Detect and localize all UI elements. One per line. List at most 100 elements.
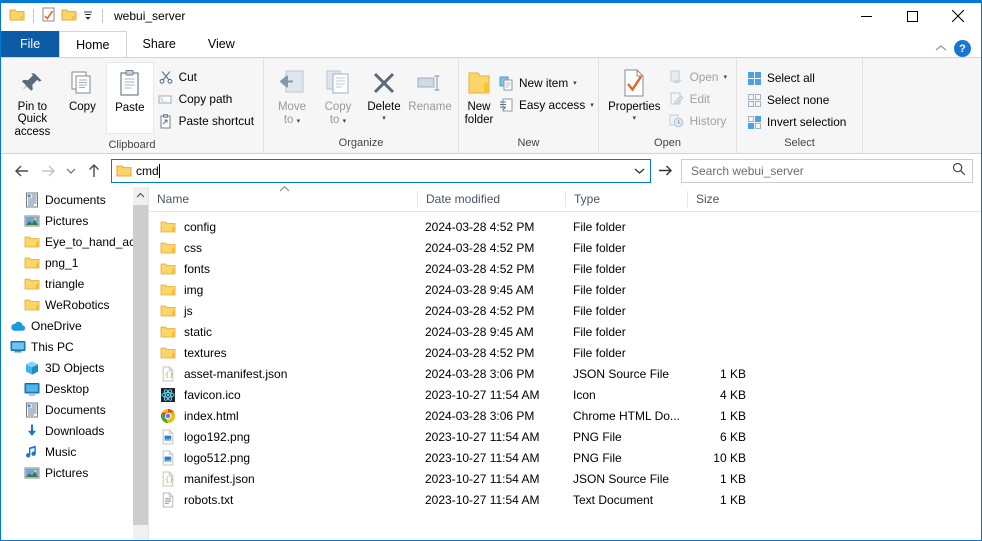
recent-locations-button[interactable] (61, 159, 81, 183)
folder-icon (23, 234, 40, 250)
table-row[interactable]: js 2024-03-28 4:52 PM File folder (149, 300, 981, 321)
copy-icon (68, 66, 96, 100)
rename-button[interactable]: Rename (407, 62, 453, 113)
path-right-controls (628, 160, 650, 182)
table-row[interactable]: static 2024-03-28 9:45 AM File folder (149, 321, 981, 342)
table-row[interactable]: textures 2024-03-28 4:52 PM File folder (149, 342, 981, 363)
sidebar-item-png-1[interactable]: png_1 (1, 252, 148, 273)
sidebar-item-werobotics[interactable]: WeRobotics (1, 294, 148, 315)
tab-strip-right-controls: ? (935, 40, 981, 57)
sidebar-item-desktop[interactable]: Desktop (1, 378, 148, 399)
maximize-button[interactable] (889, 1, 935, 31)
delete-button[interactable]: Delete ▾ (361, 62, 407, 125)
new-item-button[interactable]: New item ▾ (494, 73, 598, 93)
sidebar-item-this-pc[interactable]: This PC (1, 336, 148, 357)
search-input[interactable]: Search webui_server (681, 158, 973, 183)
column-header-size[interactable]: Size (687, 191, 762, 207)
properties-dropdown-icon[interactable]: ▾ (633, 113, 637, 125)
table-row[interactable]: img 2024-03-28 9:45 AM File folder (149, 279, 981, 300)
search-icon[interactable] (952, 162, 966, 179)
navigation-pane[interactable]: Documents Pictures Eye_to_hand_acc png_1 tri… (1, 187, 148, 540)
sidebar-item-label: Eye_to_hand_acc (45, 234, 142, 249)
scroll-up-arrow-icon[interactable] (136, 187, 145, 203)
delete-dropdown-icon[interactable]: ▾ (382, 113, 386, 125)
chevron-down-icon[interactable]: ▾ (573, 79, 577, 87)
sidebar-item-downloads[interactable]: Downloads (1, 420, 148, 441)
tab-home[interactable]: Home (59, 31, 127, 57)
table-row[interactable]: {} asset-manifest.json 2024-03-28 3:06 PM J… (149, 363, 981, 384)
forward-button[interactable] (35, 159, 61, 183)
cut-button[interactable]: Cut (154, 67, 258, 87)
file-type-cell: File folder (573, 324, 626, 339)
qat-new-folder-icon[interactable] (61, 8, 77, 25)
move-to-button[interactable]: Move to ▾ (269, 62, 315, 128)
file-type-cell: JSON Source File (573, 366, 670, 381)
sidebar-item-documents[interactable]: Documents (1, 399, 148, 420)
file-type-cell: File folder (573, 240, 626, 255)
sidebar-item-pictures[interactable]: Pictures (1, 462, 148, 483)
sidebar-item-3d-objects[interactable]: 3D Objects (1, 357, 148, 378)
file-name-cell: textures (149, 345, 417, 361)
history-button[interactable]: History (665, 111, 731, 131)
table-row[interactable]: robots.txt 2023-10-27 11:54 AM Text Docume… (149, 489, 981, 510)
sidebar-item-onedrive[interactable]: OneDrive (1, 315, 148, 336)
copy-path-button[interactable]: \\... Copy path (154, 89, 258, 109)
file-explorer-window: webui_server File Home Share View ? Pin … (0, 0, 982, 541)
properties-button[interactable]: Properties ▾ (604, 62, 665, 125)
file-size-cell: 4 KB (719, 387, 746, 402)
table-row[interactable]: favicon.ico 2023-10-27 11:54 AM Icon 4 KB (149, 384, 981, 405)
navigation-scrollbar[interactable] (133, 187, 148, 540)
tab-view[interactable]: View (191, 31, 251, 57)
column-header-type[interactable]: Type (565, 191, 687, 207)
copy-button[interactable]: Copy (59, 62, 106, 113)
paste-button[interactable]: Paste (106, 62, 154, 134)
back-button[interactable] (9, 159, 35, 183)
pin-to-quick-access-button[interactable]: Pin to Quick access (6, 62, 59, 138)
table-row[interactable]: css 2024-03-28 4:52 PM File folder (149, 237, 981, 258)
new-folder-button[interactable]: New folder (464, 62, 494, 126)
help-icon[interactable]: ? (954, 40, 971, 57)
qat-folder-icon[interactable] (9, 8, 25, 25)
table-row[interactable]: index.html 2024-03-28 3:06 PM Chrome HTML … (149, 405, 981, 426)
minimize-button[interactable] (843, 1, 889, 31)
table-row[interactable]: fonts 2024-03-28 4:52 PM File folder (149, 258, 981, 279)
easy-access-button[interactable]: Easy access ▾ (494, 95, 598, 115)
chevron-down-icon[interactable]: ▾ (590, 101, 594, 109)
chevron-down-icon: ▾ (296, 118, 301, 125)
edit-button[interactable]: Edit (665, 89, 731, 109)
sidebar-item-eye-to-hand-acc[interactable]: Eye_to_hand_acc (1, 231, 148, 252)
go-button[interactable] (653, 159, 677, 183)
table-row[interactable]: {} manifest.json 2023-10-27 11:54 AM JSON S… (149, 468, 981, 489)
copy-to-button[interactable]: Copy to ▾ (315, 62, 361, 128)
chevron-down-icon[interactable]: ▾ (723, 73, 727, 81)
file-name-cell: favicon.ico (149, 387, 417, 403)
select-none-button[interactable]: Select none (742, 90, 850, 110)
tab-file[interactable]: File (1, 31, 60, 57)
new-item-icon (498, 75, 514, 91)
sidebar-item-triangle[interactable]: triangle (1, 273, 148, 294)
close-button[interactable] (935, 1, 981, 31)
paste-shortcut-button[interactable]: Paste shortcut (154, 111, 258, 131)
up-button[interactable] (81, 159, 107, 183)
select-all-button[interactable]: Select all (742, 68, 850, 88)
invert-selection-button[interactable]: Invert selection (742, 112, 850, 132)
address-dropdown-icon[interactable] (628, 167, 650, 175)
file-name-cell: config (149, 219, 417, 235)
qat-customize-icon[interactable] (82, 9, 94, 24)
tab-share[interactable]: Share (126, 31, 192, 57)
json-file-icon: {} (160, 366, 176, 382)
file-type-cell: PNG File (573, 450, 622, 465)
sidebar-item-music[interactable]: Music (1, 441, 148, 462)
qat-properties-icon[interactable] (42, 7, 56, 26)
address-path-input[interactable]: cmd (111, 158, 651, 183)
column-header-date-modified[interactable]: Date modified (417, 191, 565, 207)
table-row[interactable]: logo192.png 2023-10-27 11:54 AM PNG File 6 … (149, 426, 981, 447)
column-header-name[interactable]: Name (149, 186, 417, 207)
collapse-ribbon-icon[interactable] (935, 42, 947, 56)
table-row[interactable]: logo512.png 2023-10-27 11:54 AM PNG File 10… (149, 447, 981, 468)
navigation-scroll-thumb[interactable] (133, 205, 148, 525)
sidebar-item-pictures[interactable]: Pictures (1, 210, 148, 231)
open-button[interactable]: Open ▾ (665, 67, 731, 87)
table-row[interactable]: config 2024-03-28 4:52 PM File folder (149, 216, 981, 237)
sidebar-item-documents[interactable]: Documents (1, 189, 148, 210)
